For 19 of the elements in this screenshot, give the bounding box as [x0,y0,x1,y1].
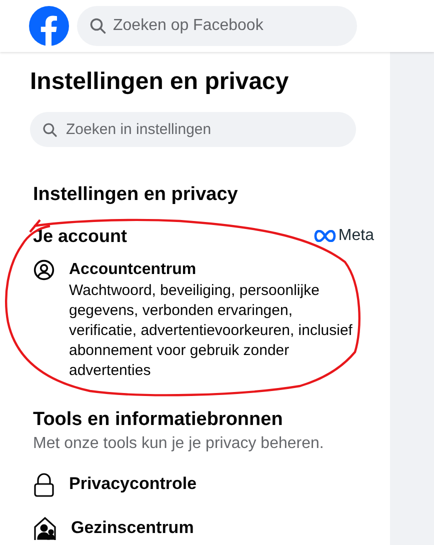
person-circle-icon [33,259,55,281]
page-title: Instellingen en privacy [30,67,290,97]
section-subtitle: Met onze tools kun je je privacy beheren. [33,434,325,454]
item-description: Wachtwoord, beveiliging, persoonlijke gegevens, verbonden ervaringen, verificatie, advertentievoorkeuren, inclusief abonnement voor gebruik zonder advertenties [69,281,354,381]
section-title: Tools en informatiebronnen [33,408,283,432]
logo-icon[interactable] [29,6,69,46]
search-icon [42,122,58,138]
infinity-icon [314,230,336,242]
search-field[interactable]: Zoeken op Facebook [77,6,357,46]
brand-label: Meta [338,227,374,245]
menu-item[interactable]: Privacycontrole [69,473,197,495]
item-title[interactable]: Accountcentrum [69,259,359,281]
family-home-icon [33,517,57,541]
section-heading: Instellingen en privacy [33,183,239,207]
search-icon [89,17,107,35]
settings-search-field[interactable]: Zoeken in instellingen [30,112,356,147]
menu-item[interactable]: Gezinscentrum [71,517,194,539]
lock-icon [33,473,55,497]
section-title: Je account [33,225,128,248]
